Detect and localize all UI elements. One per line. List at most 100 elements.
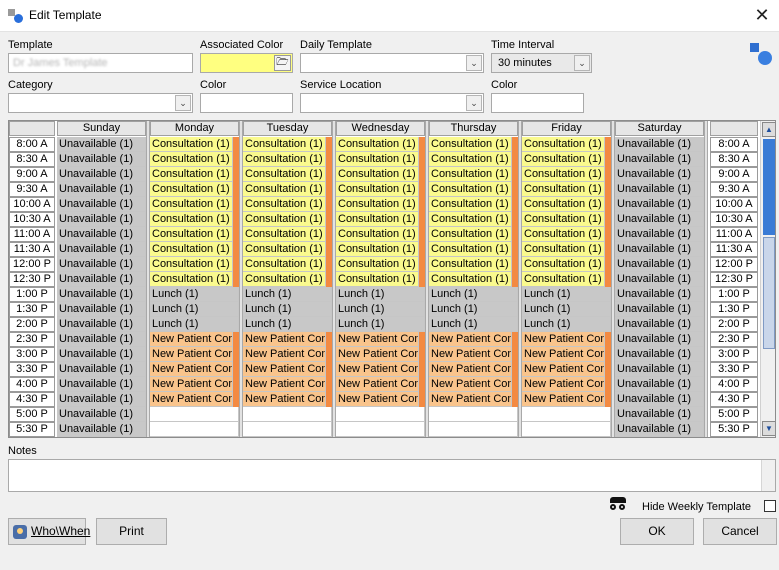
schedule-cell[interactable]: New Patient Cons (522, 377, 605, 392)
scroll-track[interactable] (763, 139, 775, 235)
schedule-cell[interactable]: Consultation (1) (429, 137, 512, 152)
schedule-cell[interactable]: New Patient Cons (522, 392, 605, 407)
schedule-cell[interactable]: Consultation (1) (150, 257, 233, 272)
schedule-cell[interactable]: Unavailable (1) (615, 182, 704, 197)
schedule-cell[interactable] (336, 407, 425, 422)
schedule-cell[interactable]: Lunch (1) (243, 302, 332, 317)
schedule-cell[interactable]: Lunch (1) (429, 302, 518, 317)
cancel-button[interactable]: Cancel (703, 518, 777, 545)
schedule-cell[interactable]: Consultation (1) (150, 272, 233, 287)
schedule-cell[interactable]: Consultation (1) (336, 137, 419, 152)
schedule-cell[interactable]: New Patient Cons (336, 347, 419, 362)
schedule-cell[interactable] (336, 422, 425, 437)
schedule-cell[interactable]: Unavailable (1) (57, 137, 146, 152)
chevron-down-icon[interactable]: ⌄ (466, 55, 482, 71)
schedule-cell[interactable]: Consultation (1) (522, 272, 605, 287)
schedule-cell[interactable]: Unavailable (1) (615, 152, 704, 167)
schedule-cell[interactable]: Unavailable (1) (57, 272, 146, 287)
schedule-cell[interactable]: Unavailable (1) (615, 302, 704, 317)
schedule-cell[interactable]: Lunch (1) (336, 287, 425, 302)
schedule-cell[interactable] (243, 422, 332, 437)
schedule-cell[interactable] (522, 407, 611, 422)
schedule-cell[interactable]: Lunch (1) (522, 287, 611, 302)
schedule-cell[interactable]: New Patient Cons (336, 377, 419, 392)
schedule-cell[interactable]: New Patient Cons (429, 377, 512, 392)
schedule-cell[interactable]: Unavailable (1) (57, 422, 146, 437)
daily-template-select[interactable]: ⌄ (300, 53, 484, 73)
schedule-cell[interactable]: Consultation (1) (429, 212, 512, 227)
schedule-cell[interactable]: New Patient Cons (243, 347, 326, 362)
schedule-cell[interactable]: Consultation (1) (522, 197, 605, 212)
schedule-cell[interactable]: New Patient Cons (522, 332, 605, 347)
schedule-cell[interactable]: Unavailable (1) (57, 167, 146, 182)
notes-scrollbar[interactable] (761, 460, 775, 491)
schedule-cell[interactable] (522, 422, 611, 437)
schedule-cell[interactable]: New Patient Cons (243, 377, 326, 392)
schedule-cell[interactable]: Consultation (1) (150, 197, 233, 212)
schedule-cell[interactable]: Consultation (1) (522, 167, 605, 182)
folder-icon[interactable]: 🗁 (274, 55, 291, 71)
schedule-cell[interactable]: New Patient Cons (522, 347, 605, 362)
schedule-cell[interactable]: Consultation (1) (429, 227, 512, 242)
schedule-cell[interactable]: Lunch (1) (429, 287, 518, 302)
schedule-cell[interactable]: Unavailable (1) (57, 227, 146, 242)
schedule-cell[interactable]: Consultation (1) (243, 182, 326, 197)
time-interval-select[interactable]: 30 minutes ⌄ (491, 53, 592, 73)
hide-weekly-template-checkbox[interactable] (764, 500, 776, 512)
schedule-cell[interactable]: New Patient Cons (150, 347, 233, 362)
schedule-cell[interactable]: Unavailable (1) (57, 287, 146, 302)
schedule-cell[interactable]: Consultation (1) (150, 137, 233, 152)
schedule-cell[interactable]: Unavailable (1) (615, 362, 704, 377)
schedule-grid[interactable]: Sunday Monday Tuesday Wednesday Thursday Frid… (8, 120, 776, 438)
schedule-cell[interactable] (150, 407, 239, 422)
schedule-cell[interactable]: Unavailable (1) (57, 317, 146, 332)
schedule-cell[interactable]: Consultation (1) (522, 182, 605, 197)
schedule-cell[interactable]: Unavailable (1) (57, 302, 146, 317)
schedule-cell[interactable]: Unavailable (1) (57, 152, 146, 167)
schedule-cell[interactable]: Consultation (1) (336, 182, 419, 197)
schedule-cell[interactable]: Unavailable (1) (615, 317, 704, 332)
category-select[interactable]: ⌄ (8, 93, 193, 113)
schedule-cell[interactable]: Unavailable (1) (57, 182, 146, 197)
template-input[interactable]: Dr James Template (8, 53, 193, 73)
schedule-cell[interactable]: Consultation (1) (429, 167, 512, 182)
schedule-cell[interactable] (150, 422, 239, 437)
schedule-cell[interactable]: Lunch (1) (150, 287, 239, 302)
schedule-cell[interactable]: Unavailable (1) (615, 332, 704, 347)
schedule-cell[interactable]: Lunch (1) (336, 317, 425, 332)
schedule-cell[interactable]: Consultation (1) (150, 227, 233, 242)
print-button[interactable]: Print (96, 518, 167, 545)
schedule-cell[interactable]: Consultation (1) (243, 272, 326, 287)
schedule-cell[interactable]: Unavailable (1) (615, 137, 704, 152)
schedule-cell[interactable]: Lunch (1) (150, 302, 239, 317)
notes-textarea[interactable] (8, 459, 776, 492)
schedule-cell[interactable]: New Patient Cons (150, 392, 233, 407)
schedule-cell[interactable] (429, 422, 518, 437)
schedule-cell[interactable]: Lunch (1) (243, 317, 332, 332)
schedule-cell[interactable]: Unavailable (1) (615, 392, 704, 407)
schedule-cell[interactable]: Lunch (1) (336, 302, 425, 317)
schedule-cell[interactable]: Consultation (1) (243, 257, 326, 272)
schedule-cell[interactable]: Unavailable (1) (615, 407, 704, 422)
schedule-cell[interactable]: Consultation (1) (336, 197, 419, 212)
schedule-cell[interactable]: New Patient Cons (336, 362, 419, 377)
schedule-cell[interactable]: New Patient Cons (429, 332, 512, 347)
schedule-cell[interactable]: Unavailable (1) (615, 227, 704, 242)
schedule-cell[interactable]: Lunch (1) (522, 317, 611, 332)
schedule-cell[interactable]: Consultation (1) (522, 257, 605, 272)
schedule-cell[interactable]: Consultation (1) (429, 197, 512, 212)
schedule-cell[interactable]: Consultation (1) (336, 257, 419, 272)
schedule-cell[interactable]: Consultation (1) (522, 152, 605, 167)
schedule-cell[interactable]: Consultation (1) (336, 272, 419, 287)
schedule-cell[interactable]: Consultation (1) (429, 242, 512, 257)
schedule-cell[interactable]: New Patient Cons (243, 362, 326, 377)
schedule-cell[interactable] (243, 407, 332, 422)
schedule-cell[interactable]: New Patient Cons (150, 332, 233, 347)
schedule-cell[interactable]: Lunch (1) (243, 287, 332, 302)
schedule-cell[interactable]: Unavailable (1) (615, 212, 704, 227)
schedule-cell[interactable]: Consultation (1) (336, 152, 419, 167)
schedule-cell[interactable]: Unavailable (1) (57, 212, 146, 227)
schedule-cell[interactable]: New Patient Cons (150, 377, 233, 392)
chevron-down-icon[interactable]: ⌄ (574, 55, 590, 71)
schedule-cell[interactable]: Consultation (1) (522, 242, 605, 257)
